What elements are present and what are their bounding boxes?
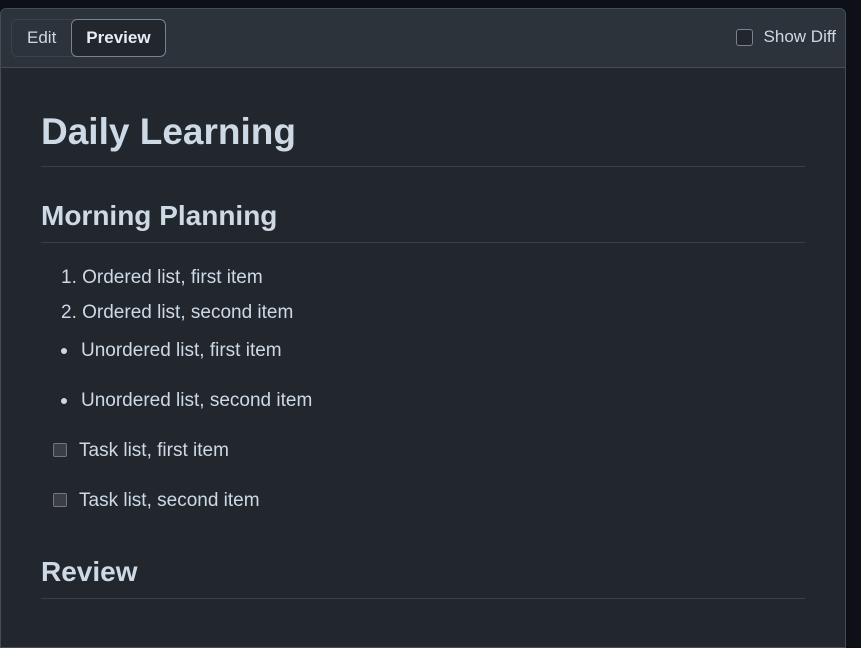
task-item-text: Task list, first item <box>79 440 229 461</box>
list-item: 2. Ordered list, second item <box>61 302 294 323</box>
show-diff-toggle[interactable]: Show Diff <box>735 27 836 47</box>
section-heading-morning-planning: Morning Planning <box>41 167 805 243</box>
document-title: Daily Learning <box>41 68 805 167</box>
tab-edit[interactable]: Edit <box>12 20 71 56</box>
show-diff-checkbox[interactable] <box>735 28 753 46</box>
task-item: Task list, second item <box>53 489 805 512</box>
list-item: 1. Ordered list, first item <box>61 267 263 288</box>
edit-preview-tabs: Edit Preview <box>11 19 166 57</box>
list-item-text: Unordered list, second item <box>81 390 313 411</box>
task-checkbox[interactable] <box>53 492 67 507</box>
markdown-preview: Daily Learning Morning Planning 1. Order… <box>1 68 845 599</box>
task-list: Task list, first item Task list, second … <box>41 439 805 512</box>
bullet-icon <box>61 348 67 354</box>
unordered-list: Unordered list, first item Unordered lis… <box>41 336 805 412</box>
list-item: Unordered list, first item <box>61 339 805 362</box>
editor-panel: Edit Preview Show Diff Daily Learning Mo… <box>0 8 846 648</box>
task-item: Task list, first item <box>53 439 805 462</box>
ordered-list: 1. Ordered list, first item 2. Ordered l… <box>41 243 805 324</box>
task-checkbox[interactable] <box>53 442 67 457</box>
list-item-text: Unordered list, first item <box>81 340 282 361</box>
tab-preview[interactable]: Preview <box>71 19 166 57</box>
section-heading-review: Review <box>41 539 805 599</box>
list-item: Unordered list, second item <box>61 389 805 412</box>
editor-header: Edit Preview Show Diff <box>1 9 845 68</box>
bullet-icon <box>61 398 67 404</box>
task-item-text: Task list, second item <box>79 490 260 511</box>
show-diff-label: Show Diff <box>763 27 836 46</box>
